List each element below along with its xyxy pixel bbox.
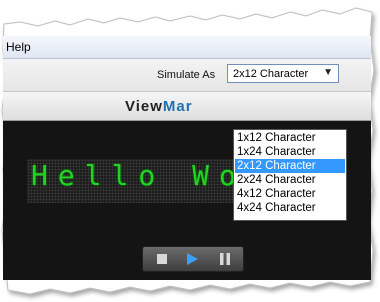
pause-icon[interactable] [218,252,232,266]
play-icon[interactable] [185,252,199,266]
toolbar: Simulate As 2x12 Character ▼ [3,59,371,92]
simulate-as-dropdown-list: 1x12 Character 1x24 Character 2x12 Chara… [233,129,347,221]
simulate-as-select[interactable]: 2x12 Character ▼ [227,64,339,83]
logo-part-view: View [125,98,163,115]
logo-part-mar: Mar [162,98,193,115]
app-window: Help Simulate As 2x12 Character ▼ ViewMa… [3,36,371,280]
dropdown-option-1x24[interactable]: 1x24 Character [235,145,345,159]
playback-controls [142,246,244,272]
simulate-as-value: 2x12 Character [233,68,309,80]
viewmarq-logo: ViewMar [125,98,193,115]
dropdown-option-4x12[interactable]: 4x12 Character [235,187,345,201]
simulate-as-label: Simulate As [157,69,216,81]
dropdown-option-4x24[interactable]: 4x24 Character [235,201,345,215]
chevron-down-icon[interactable]: ▼ [323,67,333,78]
menu-item-help[interactable]: Help [6,40,31,54]
stop-icon[interactable] [155,252,169,266]
dropdown-option-1x12[interactable]: 1x12 Character [235,131,345,145]
dropdown-option-2x12[interactable]: 2x12 Character [235,159,345,173]
dropdown-option-2x24[interactable]: 2x24 Character [235,173,345,187]
brand-band: ViewMar [3,92,371,121]
menu-bar: Help [3,36,371,59]
